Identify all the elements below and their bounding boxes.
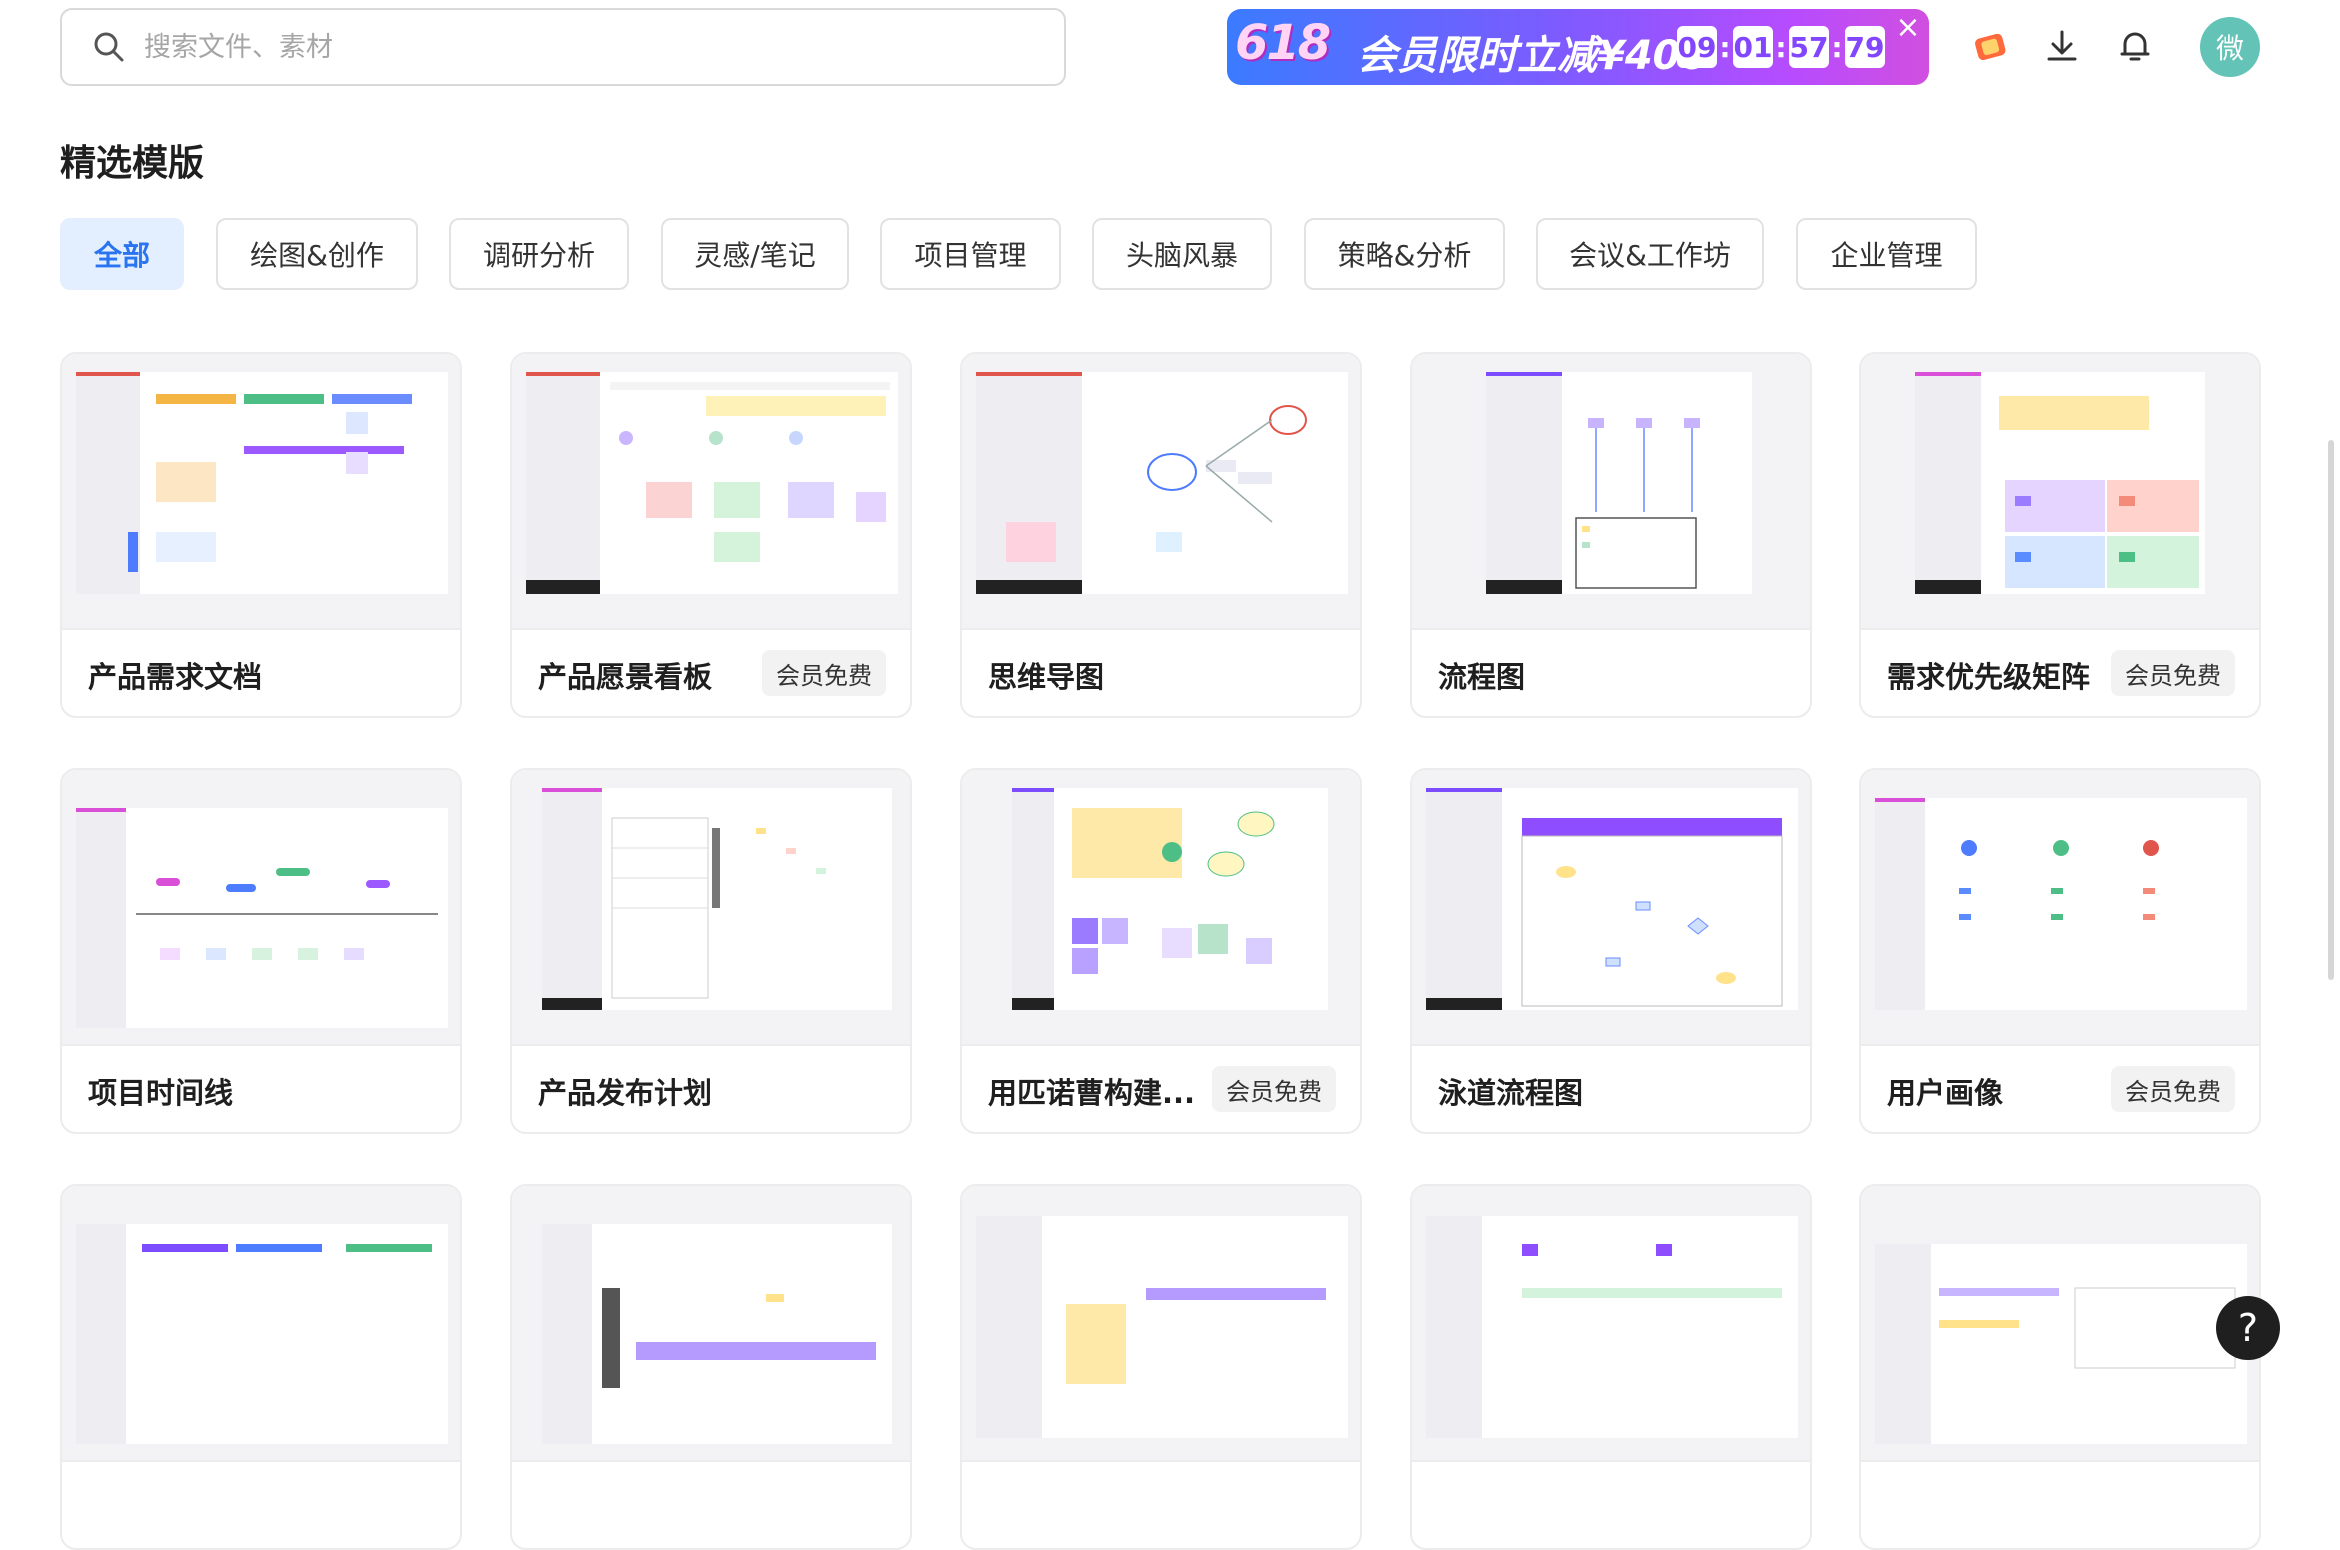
tab-project[interactable]: 项目管理 (880, 218, 1061, 290)
timer-seconds: 57 (1789, 26, 1829, 68)
tab-meeting[interactable]: 会议&工作坊 (1536, 218, 1764, 290)
tab-enterprise[interactable]: 企业管理 (1796, 218, 1977, 290)
member-free-badge: 会员免费 (1212, 1066, 1336, 1112)
timer-hours: 09 (1677, 26, 1717, 68)
scrollbar[interactable] (2328, 440, 2334, 980)
template-thumbnail (1861, 1186, 2259, 1462)
promo-banner[interactable]: 618 会员限时立减¥400 09 : 01 : 57 : 79 × (1227, 9, 1929, 85)
template-card[interactable]: 泳道流程图 (1410, 768, 1812, 1134)
template-card[interactable]: 用匹诺曹构建... 会员免费 (960, 768, 1362, 1134)
template-thumbnail (1412, 770, 1810, 1046)
template-card[interactable] (60, 1184, 462, 1550)
template-card[interactable]: 产品需求文档 (60, 352, 462, 718)
search-input[interactable] (142, 30, 946, 64)
promo-text: 会员限时立减¥400 (1357, 33, 1709, 79)
gift-icon[interactable] (1968, 24, 2012, 68)
template-thumbnail (512, 770, 910, 1046)
template-name: 产品需求文档 (88, 660, 263, 694)
template-thumbnail (962, 1186, 1360, 1462)
template-name: 思维导图 (988, 660, 1105, 694)
template-name: 产品愿景看板 (538, 660, 713, 694)
template-card[interactable]: 产品发布计划 (510, 768, 912, 1134)
bell-icon[interactable] (2113, 24, 2157, 68)
template-name: 产品发布计划 (538, 1076, 713, 1110)
timer-minutes: 01 (1733, 26, 1773, 68)
promo-tag: 618 (1235, 15, 1331, 71)
search-bar[interactable] (60, 8, 1066, 86)
template-thumbnail (1412, 354, 1810, 630)
template-name: 泳道流程图 (1438, 1076, 1584, 1110)
help-button[interactable]: ? (2216, 1296, 2280, 1360)
avatar[interactable]: 微 (2200, 17, 2260, 77)
template-card[interactable] (1859, 1184, 2261, 1550)
template-name: 项目时间线 (88, 1076, 234, 1110)
download-icon[interactable] (2040, 24, 2084, 68)
template-card[interactable] (1410, 1184, 1812, 1550)
template-thumbnail (512, 354, 910, 630)
tab-inspiration[interactable]: 灵感/笔记 (661, 218, 849, 290)
template-name: 用匹诺曹构建... (988, 1076, 1196, 1110)
countdown-timer: 09 : 01 : 57 : 79 (1677, 26, 1885, 68)
timer-centiseconds: 79 (1845, 26, 1885, 68)
section-title: 精选模版 (60, 143, 205, 184)
template-name: 需求优先级矩阵 (1887, 660, 2091, 694)
tab-strategy[interactable]: 策略&分析 (1304, 218, 1505, 290)
template-thumbnail (1861, 354, 2259, 630)
template-thumbnail (962, 354, 1360, 630)
template-thumbnail (1861, 770, 2259, 1046)
tab-brainstorm[interactable]: 头脑风暴 (1092, 218, 1272, 290)
template-card[interactable]: 产品愿景看板 会员免费 (510, 352, 912, 718)
template-card[interactable]: 思维导图 (960, 352, 1362, 718)
template-thumbnail (62, 354, 460, 630)
template-thumbnail (62, 1186, 460, 1462)
template-card[interactable]: 需求优先级矩阵 会员免费 (1859, 352, 2261, 718)
tab-drawing[interactable]: 绘图&创作 (216, 218, 418, 290)
template-thumbnail (962, 770, 1360, 1046)
template-card[interactable]: 用户画像 会员免费 (1859, 768, 2261, 1134)
template-card[interactable]: 流程图 (1410, 352, 1812, 718)
template-name: 流程图 (1438, 660, 1526, 694)
template-thumbnail (62, 770, 460, 1046)
tab-research[interactable]: 调研分析 (449, 218, 629, 290)
search-icon (94, 32, 124, 62)
member-free-badge: 会员免费 (2111, 650, 2235, 696)
template-thumbnail (512, 1186, 910, 1462)
template-name: 用户画像 (1887, 1076, 2004, 1110)
tab-all[interactable]: 全部 (60, 218, 184, 290)
template-card[interactable]: 项目时间线 (60, 768, 462, 1134)
template-thumbnail (1412, 1186, 1810, 1462)
member-free-badge: 会员免费 (762, 650, 886, 696)
close-icon[interactable]: × (1893, 13, 1923, 43)
template-card[interactable] (960, 1184, 1362, 1550)
template-card[interactable] (510, 1184, 912, 1550)
member-free-badge: 会员免费 (2111, 1066, 2235, 1112)
